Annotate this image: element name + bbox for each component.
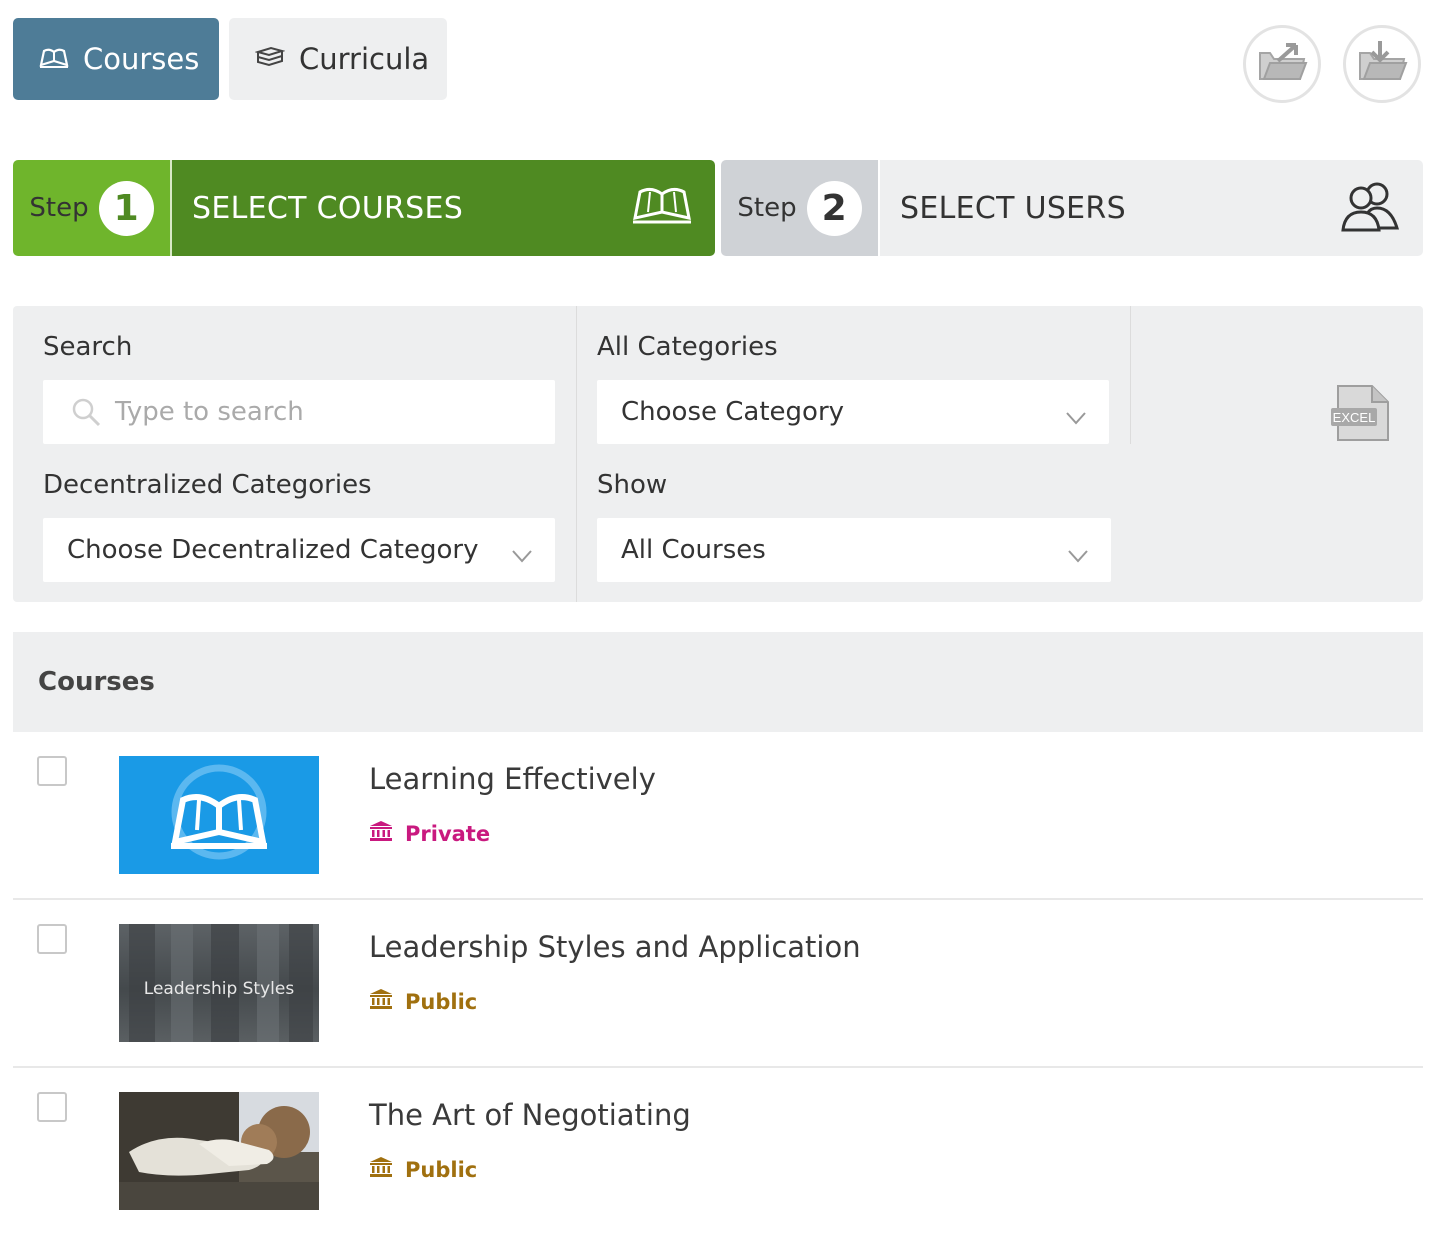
course-checkbox[interactable] [37, 756, 67, 786]
bank-icon [369, 820, 393, 847]
decentralized-select-value: Choose Decentralized Category [67, 535, 479, 565]
tab-curricula-label: Curricula [299, 42, 430, 76]
open-book-icon [39, 42, 69, 76]
courses-header: Courses [13, 632, 1423, 732]
course-thumbnail: Leadership Styles [119, 924, 319, 1042]
visibility-label: Public [405, 989, 478, 1014]
decentralized-category-select[interactable]: Choose Decentralized Category [43, 518, 555, 582]
category-select-value: Choose Category [621, 397, 845, 427]
step-title: SELECT USERS [900, 190, 1126, 226]
search-placeholder: Type to search [115, 397, 304, 427]
export-button[interactable] [1343, 25, 1421, 103]
course-title[interactable]: Learning Effectively [369, 762, 656, 796]
stacked-books-icon [254, 42, 286, 76]
search-icon [71, 397, 101, 427]
visibility-label: Private [405, 821, 491, 846]
step-number-badge: 2 [806, 180, 862, 236]
course-checkbox[interactable] [37, 924, 67, 954]
show-select[interactable]: All Courses [597, 518, 1111, 582]
visibility-badge: Public [369, 1156, 477, 1183]
step-label: Step [29, 193, 89, 223]
category-select[interactable]: Choose Category [597, 380, 1109, 444]
thumbnail-caption: Leadership Styles [143, 979, 295, 999]
excel-export-icon[interactable]: EXCEL [1330, 382, 1392, 448]
bank-icon [369, 988, 393, 1015]
category-label: All Categories [597, 332, 778, 362]
import-button[interactable] [1243, 25, 1321, 103]
course-row[interactable]: The Art of Negotiating Public [13, 1068, 1423, 1236]
folder-download-icon [1356, 39, 1408, 89]
step-title: SELECT COURSES [192, 190, 464, 226]
courses-header-title: Courses [38, 667, 155, 697]
tab-courses-label: Courses [83, 42, 200, 76]
tab-curricula[interactable]: Curricula [229, 18, 447, 100]
course-title[interactable]: The Art of Negotiating [369, 1098, 691, 1132]
wizard-step-1[interactable]: Step 1 SELECT COURSES [13, 160, 715, 256]
course-thumbnail [119, 756, 319, 874]
tab-courses[interactable]: Courses [13, 18, 219, 100]
visibility-badge: Public [369, 988, 477, 1015]
show-select-value: All Courses [621, 535, 766, 565]
open-book-icon [631, 186, 693, 230]
excel-label: EXCEL [1333, 410, 1376, 425]
decentralized-label: Decentralized Categories [43, 470, 372, 500]
folder-upload-icon [1256, 39, 1308, 89]
bank-icon [369, 1156, 393, 1183]
divider [1130, 306, 1131, 444]
show-label: Show [597, 470, 668, 500]
visibility-label: Public [405, 1157, 478, 1182]
course-checkbox[interactable] [37, 1092, 67, 1122]
search-label: Search [43, 332, 133, 362]
course-title[interactable]: Leadership Styles and Application [369, 930, 861, 964]
wizard-step-2[interactable]: Step 2 SELECT USERS [721, 160, 1423, 256]
divider [576, 306, 577, 602]
step-label: Step [737, 193, 797, 223]
course-row[interactable]: Learning Effectively Private [13, 732, 1423, 900]
search-input[interactable]: Type to search [43, 380, 555, 444]
visibility-badge: Private [369, 820, 490, 847]
course-thumbnail [119, 1092, 319, 1210]
course-row[interactable]: Leadership Styles Leadership Styles and … [13, 900, 1423, 1068]
chevron-down-icon [1067, 540, 1089, 570]
users-icon [1339, 178, 1401, 238]
chevron-down-icon [1065, 402, 1087, 432]
chevron-down-icon [511, 540, 533, 570]
step-number-badge: 1 [98, 180, 154, 236]
